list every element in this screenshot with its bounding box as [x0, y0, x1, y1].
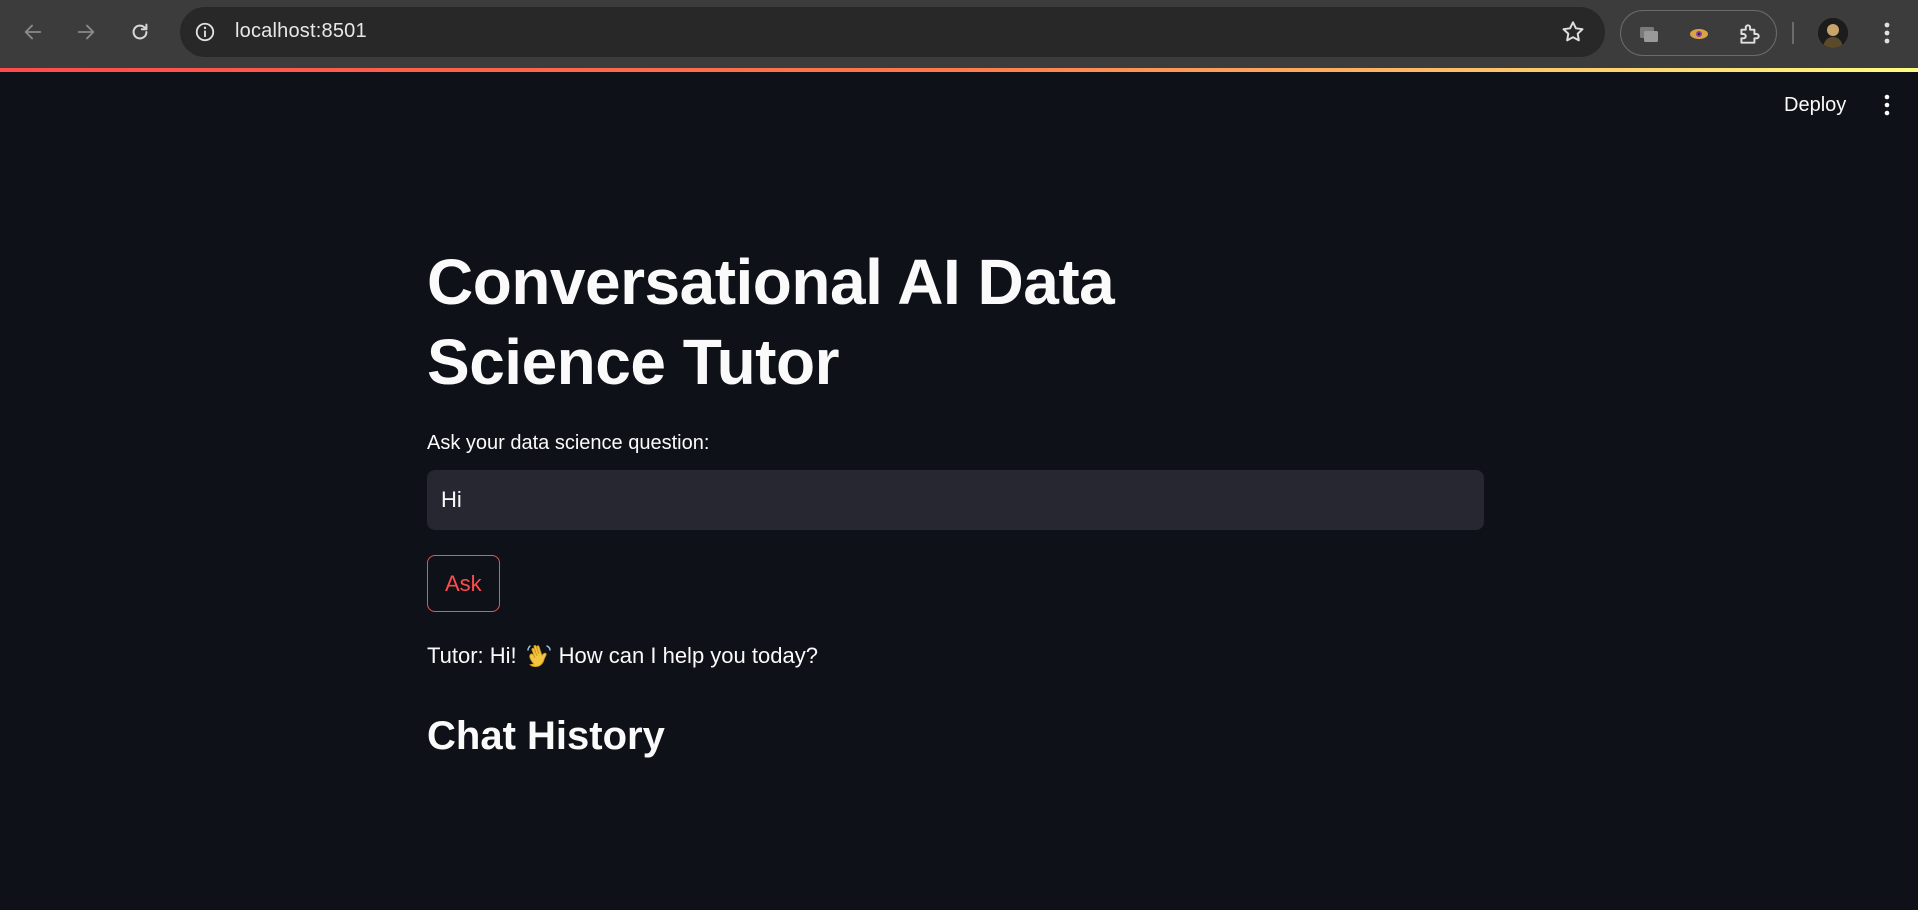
kebab-menu-icon [1884, 22, 1890, 44]
app-menu-button[interactable] [1872, 90, 1902, 120]
info-icon [195, 22, 215, 42]
browser-menu-button[interactable] [1874, 18, 1900, 48]
extension-button[interactable] [1685, 20, 1713, 48]
response-prefix: Tutor: Hi! [427, 643, 517, 668]
question-input[interactable] [427, 470, 1484, 530]
eye-extension-icon [1690, 29, 1708, 39]
tutor-response: Tutor: Hi! How can I help you today? [427, 639, 1484, 673]
arrow-right-icon [77, 24, 95, 40]
extensions-group [1620, 10, 1777, 56]
chat-history-heading: Chat History [427, 714, 665, 758]
back-button[interactable] [17, 16, 49, 48]
waving-hand-icon [525, 642, 553, 670]
extension-button[interactable] [1635, 20, 1663, 48]
main-content: Conversational AI Data Science Tutor Ask… [427, 242, 1484, 761]
url-text[interactable]: localhost:8501 [235, 20, 367, 43]
reload-button[interactable] [124, 16, 156, 48]
star-icon [1562, 21, 1584, 42]
toolbar-divider [1792, 22, 1794, 44]
page-title: Conversational AI Data Science Tutor [427, 246, 1115, 398]
question-input-label: Ask your data science question: [427, 432, 710, 454]
forward-button[interactable] [70, 16, 102, 48]
reload-icon [132, 23, 148, 40]
response-text: How can I help you today? [558, 643, 818, 668]
deploy-button[interactable]: Deploy [1772, 90, 1858, 120]
site-info-button[interactable] [192, 19, 218, 45]
avatar-icon [1818, 18, 1848, 48]
tab-groups-icon [1640, 27, 1658, 42]
address-bar[interactable]: localhost:8501 [180, 7, 1605, 57]
kebab-menu-icon [1884, 94, 1890, 116]
bookmark-button[interactable] [1559, 18, 1587, 46]
arrow-left-icon [24, 24, 42, 40]
ask-button[interactable]: Ask [427, 555, 500, 612]
header-decoration-bar [0, 68, 1918, 72]
extensions-menu-button[interactable] [1735, 20, 1763, 48]
profile-avatar[interactable] [1818, 18, 1848, 48]
browser-toolbar: localhost:8501 [0, 0, 1918, 68]
puzzle-icon [1740, 24, 1760, 44]
